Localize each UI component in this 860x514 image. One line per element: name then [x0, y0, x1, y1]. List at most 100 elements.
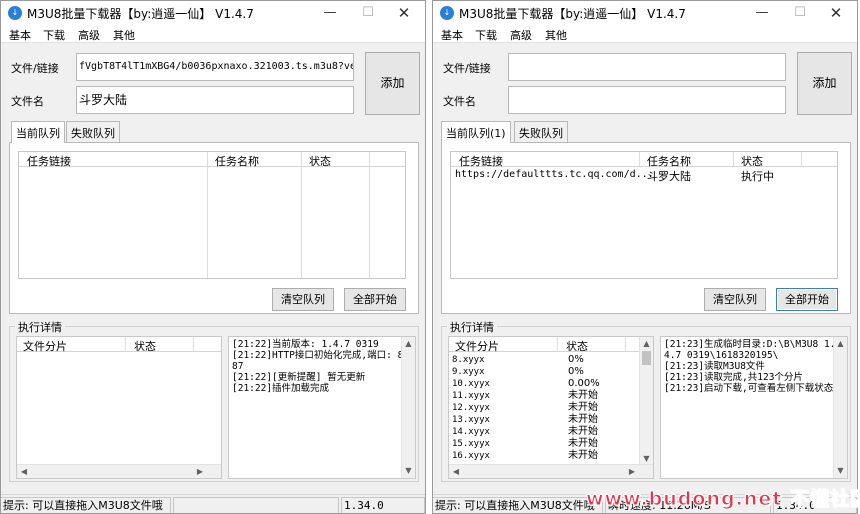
- filename-label: 文件名: [11, 95, 44, 108]
- url-input[interactable]: fVgbT8T4lT1mXBG4/b0036pxnaxo.321003.ts.m…: [76, 53, 354, 81]
- list-item[interactable]: 10.xyyx 0.00%: [451, 378, 641, 390]
- column-status[interactable]: 状态: [309, 153, 331, 169]
- column-segment-status[interactable]: 状态: [134, 338, 156, 354]
- minimize-icon[interactable]: —: [311, 1, 349, 25]
- scroll-up-icon[interactable]: ▲: [640, 337, 653, 351]
- menu-bar: 基本 下载 高级 其他: [1, 25, 425, 43]
- window-title: M3U8批量下载器【by:逍遥一仙】 V1.4.7: [459, 7, 686, 21]
- log-line: [21:22]插件加载完成: [232, 383, 330, 394]
- add-button[interactable]: 添加: [797, 52, 852, 115]
- column-segment-status[interactable]: 状态: [566, 338, 588, 354]
- queue-header: 任务链接 任务名称 状态: [19, 152, 405, 169]
- list-item[interactable]: 14.xyyx 未开始: [451, 426, 641, 438]
- scroll-down-icon[interactable]: ▼: [834, 464, 847, 478]
- queue-panel: 任务链接 任务名称 状态 清空队列 全部开始: [9, 142, 419, 314]
- filename-input[interactable]: [508, 86, 786, 114]
- status-version: 1.34.0: [341, 497, 425, 513]
- column-file-segment[interactable]: 文件分片: [23, 338, 67, 354]
- filename-label: 文件名: [443, 95, 476, 108]
- tab-failed-queue[interactable]: 失败队列: [514, 121, 568, 142]
- list-item[interactable]: 9.xyyx 0%: [451, 366, 641, 378]
- segment-scrollbar[interactable]: ▲ ▼: [639, 337, 653, 466]
- tab-current-queue[interactable]: 当前队列(1): [441, 121, 511, 143]
- menu-download[interactable]: 下载: [475, 27, 497, 43]
- maximize-icon[interactable]: ☐: [781, 1, 819, 25]
- list-item[interactable]: 16.xyyx 未开始: [451, 450, 641, 462]
- menu-bar: 基本 下载 高级 其他: [433, 25, 857, 43]
- status-hint: 提示: 可以直接拖入M3U8文件哦: [433, 497, 603, 513]
- column-status[interactable]: 状态: [741, 153, 763, 169]
- menu-basic[interactable]: 基本: [9, 27, 31, 43]
- tab-failed-queue[interactable]: 失败队列: [66, 121, 120, 142]
- horizontal-scrollbar[interactable]: ◀ ▶: [17, 464, 221, 478]
- scroll-up-icon[interactable]: ▲: [402, 337, 415, 351]
- task-link-cell: https://defaulttts.tc.qq.com/d...: [455, 169, 654, 180]
- filename-input[interactable]: 斗罗大陆: [76, 86, 354, 114]
- menu-download[interactable]: 下载: [43, 27, 65, 43]
- scroll-thumb[interactable]: [642, 351, 651, 365]
- clear-queue-button[interactable]: 清空队列: [704, 288, 766, 311]
- url-label: 文件/链接: [11, 62, 59, 75]
- menu-other[interactable]: 其他: [545, 27, 567, 43]
- scroll-down-icon[interactable]: ▼: [402, 464, 415, 478]
- segment-header: 文件分片 状态: [17, 337, 221, 354]
- log-scrollbar[interactable]: ▲ ▼: [833, 337, 847, 478]
- column-task-name[interactable]: 任务名称: [215, 153, 259, 169]
- log-line: [21:23]启动下载,可查看左侧下载状态: [664, 383, 834, 394]
- app-icon: ↓: [440, 6, 454, 20]
- add-button[interactable]: 添加: [365, 52, 420, 115]
- log-output: [21:22]当前版本: 1.4.7 0319 [21:22]HTTP接口初始化…: [228, 336, 416, 479]
- scroll-right-icon[interactable]: ▶: [193, 465, 207, 478]
- scroll-left-icon[interactable]: ◀: [449, 465, 463, 478]
- start-all-button[interactable]: 全部开始: [344, 288, 406, 311]
- log-scrollbar[interactable]: ▲ ▼: [401, 337, 415, 478]
- segment-list[interactable]: 文件分片 状态 8.xyyx 0% 9.xyyx 0% 10.xyyx 0.00% 1…: [448, 336, 654, 479]
- queue-panel: 任务链接 任务名称 状态 https://defaulttts.tc.qq.co…: [441, 142, 851, 314]
- execution-details-title: 执行详情: [15, 319, 65, 335]
- minimize-icon[interactable]: —: [743, 1, 781, 25]
- menu-advanced[interactable]: 高级: [78, 27, 100, 43]
- title-bar: ↓ M3U8批量下载器【by:逍遥一仙】 V1.4.7 — ☐ ✕: [433, 1, 857, 25]
- menu-advanced[interactable]: 高级: [510, 27, 532, 43]
- log-line: [21:22]当前版本: 1.4.7 0319: [232, 339, 379, 350]
- watermark: www.budong.net 不懂社区: [586, 488, 860, 511]
- menu-other[interactable]: 其他: [113, 27, 135, 43]
- close-icon[interactable]: ✕: [817, 1, 855, 25]
- segment-status: 0%: [568, 354, 584, 365]
- segment-file: 14.xyyx: [452, 427, 490, 437]
- execution-details-group: 文件分片 状态 8.xyyx 0% 9.xyyx 0% 10.xyyx 0.00% 1…: [441, 326, 851, 482]
- column-file-segment[interactable]: 文件分片: [455, 338, 499, 354]
- close-icon[interactable]: ✕: [385, 1, 423, 25]
- segment-file: 11.xyyx: [452, 391, 490, 401]
- segment-file: 9.xyyx: [452, 367, 485, 377]
- menu-basic[interactable]: 基本: [441, 27, 463, 43]
- scroll-left-icon[interactable]: ◀: [17, 465, 31, 478]
- app-icon: ↓: [8, 6, 22, 20]
- column-task-link[interactable]: 任务链接: [459, 153, 503, 169]
- segment-file: 10.xyyx: [452, 379, 490, 389]
- segment-status: 0.00%: [568, 378, 600, 389]
- queue-list[interactable]: 任务链接 任务名称 状态: [18, 151, 406, 279]
- title-bar: ↓ M3U8批量下载器【by:逍遥一仙】 V1.4.7 — ☐ ✕: [1, 1, 425, 25]
- downloader-window-right: ↓ M3U8批量下载器【by:逍遥一仙】 V1.4.7 — ☐ ✕ 基本 下载 …: [432, 0, 858, 514]
- tab-current-queue[interactable]: 当前队列: [11, 121, 65, 143]
- list-item[interactable]: 12.xyyx 未开始: [451, 402, 641, 414]
- maximize-icon[interactable]: ☐: [349, 1, 387, 25]
- clear-queue-button[interactable]: 清空队列: [272, 288, 334, 311]
- url-input[interactable]: [508, 53, 786, 81]
- queue-list[interactable]: 任务链接 任务名称 状态 https://defaulttts.tc.qq.co…: [450, 151, 838, 279]
- column-task-link[interactable]: 任务链接: [27, 153, 71, 169]
- list-item[interactable]: 13.xyyx 未开始: [451, 414, 641, 426]
- column-task-name[interactable]: 任务名称: [647, 153, 691, 169]
- list-item[interactable]: 15.xyyx 未开始: [451, 438, 641, 450]
- scroll-right-icon[interactable]: ▶: [625, 465, 639, 478]
- segment-status: 未开始: [568, 402, 598, 413]
- list-item[interactable]: 11.xyyx 未开始: [451, 390, 641, 402]
- scroll-up-icon[interactable]: ▲: [834, 337, 847, 351]
- start-all-button[interactable]: 全部开始: [776, 288, 838, 311]
- list-item[interactable]: 8.xyyx 0%: [451, 354, 641, 366]
- status-bar: 提示: 可以直接拖入M3U8文件哦 1.34.0: [1, 494, 425, 513]
- horizontal-scrollbar[interactable]: ◀ ▶: [449, 464, 653, 478]
- log-line: [21:23]读取完成,共123个分片: [664, 372, 803, 383]
- segment-list[interactable]: 文件分片 状态 ◀ ▶: [16, 336, 222, 479]
